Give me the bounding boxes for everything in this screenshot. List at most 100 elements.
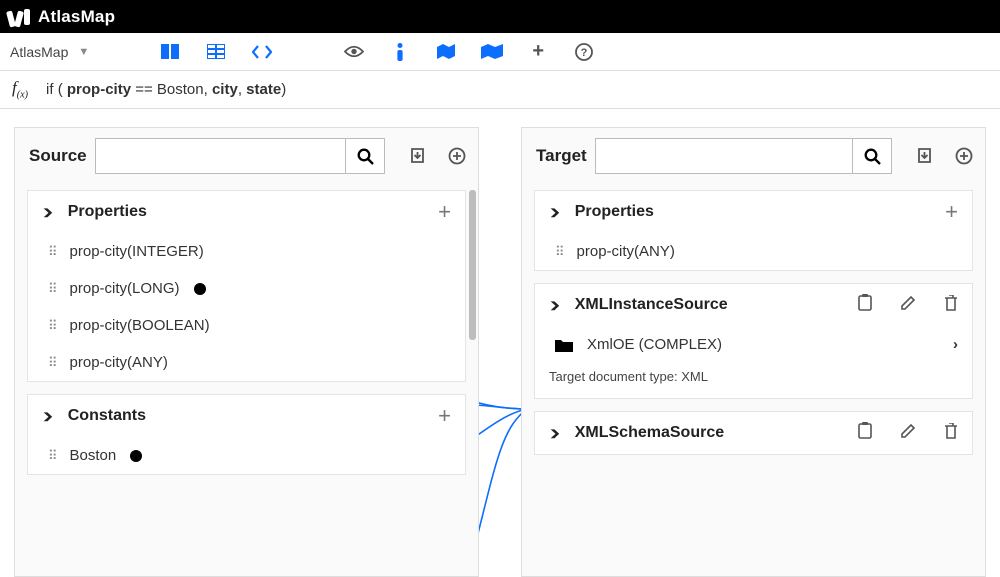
add-constant-button[interactable]: + (438, 405, 451, 427)
list-item[interactable]: ⠿ prop-city(LONG) (28, 270, 465, 307)
card-head[interactable]: ❯ Properties + (28, 191, 465, 233)
add-property-button[interactable]: + (945, 201, 958, 223)
mapping-wide-button[interactable] (469, 44, 515, 59)
table-icon (207, 44, 225, 59)
help-button[interactable]: ? (561, 43, 607, 61)
edit-button[interactable] (900, 423, 916, 444)
source-search-input[interactable] (95, 138, 345, 174)
document-type-label: Target document type: XML (535, 363, 972, 398)
list-item[interactable]: ⠿ Boston (28, 437, 465, 474)
card-title: XMLInstanceSource (575, 296, 848, 314)
plus-icon: + (532, 40, 544, 63)
card-head[interactable]: ❯ XMLInstanceSource (535, 284, 972, 326)
grip-icon: ⠿ (48, 355, 56, 371)
brand-bar: AtlasMap (0, 0, 1000, 33)
svg-text:?: ? (581, 47, 588, 59)
list-item[interactable]: ⠿ prop-city(BOOLEAN) (28, 307, 465, 344)
card-head[interactable]: ❯ XMLSchemaSource (535, 412, 972, 454)
source-scrollbar[interactable] (469, 190, 476, 340)
grip-icon: ⠿ (555, 244, 563, 260)
target-xml-schema-card: ❯ XMLSchemaSource (534, 411, 973, 455)
expression-bar[interactable]: f(x) if ( prop-city == Boston, city, sta… (0, 71, 1000, 109)
search-icon (864, 148, 881, 165)
source-panel: Source ❯ Properties (14, 127, 479, 577)
source-title: Source (29, 146, 87, 166)
source-search-button[interactable] (345, 138, 385, 174)
brand-logo-icon (8, 9, 30, 25)
target-search-input[interactable] (595, 138, 852, 174)
chevron-down-icon: ▼ (78, 46, 89, 58)
chevron-down-icon: ❯ (549, 428, 561, 438)
source-properties-card: ❯ Properties + ⠿ prop-city(INTEGER) ⠿ pr… (27, 190, 466, 382)
target-add-button[interactable] (955, 147, 973, 165)
code-button[interactable] (239, 45, 285, 59)
plus-circle-icon (448, 147, 466, 165)
chevron-down-icon: ❯ (549, 300, 561, 310)
mapping-small-button[interactable] (423, 44, 469, 59)
expression-text: if ( prop-city == Boston, city, state) (46, 81, 286, 98)
target-panel: Target ❯ Properties (521, 127, 986, 577)
source-import-button[interactable] (409, 147, 426, 165)
map-small-icon (437, 44, 455, 59)
plus-circle-icon (955, 147, 973, 165)
target-import-button[interactable] (916, 147, 933, 165)
delete-button[interactable] (944, 295, 958, 316)
import-icon (916, 148, 933, 165)
code-icon (252, 45, 272, 59)
edit-icon (900, 295, 916, 311)
import-icon (409, 148, 426, 165)
target-search (595, 138, 892, 174)
grip-icon: ⠿ (48, 244, 56, 260)
source-constants-card: ❯ Constants + ⠿ Boston (27, 394, 466, 475)
eye-icon (344, 45, 364, 58)
grip-icon: ⠿ (48, 448, 56, 464)
target-properties-card: ❯ Properties + ⠿ prop-city(ANY) (534, 190, 973, 271)
list-item[interactable]: ⠿ prop-city(INTEGER) (28, 233, 465, 270)
list-item[interactable]: XmlOE (COMPLEX) › (535, 326, 972, 363)
clipboard-icon (858, 422, 872, 439)
trash-icon (944, 423, 958, 439)
folder-icon (555, 338, 573, 352)
edit-button[interactable] (900, 295, 916, 316)
edit-icon (900, 423, 916, 439)
card-title: Properties (575, 203, 935, 221)
card-title: XMLSchemaSource (575, 424, 848, 442)
chevron-right-icon: › (953, 336, 958, 353)
grip-icon: ⠿ (48, 318, 56, 334)
card-head[interactable]: ❯ Properties + (535, 191, 972, 233)
map-wide-icon (481, 44, 503, 59)
mapping-anchor-icon[interactable] (130, 450, 142, 462)
clipboard-icon (858, 294, 872, 311)
card-title: Properties (68, 203, 428, 221)
help-icon: ? (575, 43, 593, 61)
info-icon (396, 43, 404, 61)
delete-button[interactable] (944, 423, 958, 444)
add-button[interactable]: + (515, 40, 561, 63)
fx-label: f(x) (12, 78, 28, 100)
trash-icon (944, 295, 958, 311)
copy-button[interactable] (858, 422, 872, 444)
source-search (95, 138, 385, 174)
grip-icon: ⠿ (48, 281, 56, 297)
columns-icon (161, 44, 179, 59)
mapping-anchor-icon[interactable] (194, 283, 206, 295)
list-item[interactable]: ⠿ prop-city(ANY) (28, 344, 465, 381)
list-item[interactable]: ⠿ prop-city(ANY) (535, 233, 972, 270)
add-property-button[interactable]: + (438, 201, 451, 223)
preview-button[interactable] (331, 45, 377, 58)
breadcrumb[interactable]: AtlasMap ▼ (4, 44, 95, 60)
breadcrumb-label: AtlasMap (10, 44, 68, 60)
columns-view-button[interactable] (147, 44, 193, 59)
main-toolbar: AtlasMap ▼ + ? (0, 33, 1000, 71)
source-add-button[interactable] (448, 147, 466, 165)
info-button[interactable] (377, 43, 423, 61)
chevron-down-icon: ❯ (549, 207, 561, 217)
chevron-down-icon: ❯ (42, 207, 54, 217)
target-search-button[interactable] (852, 138, 892, 174)
card-head[interactable]: ❯ Constants + (28, 395, 465, 437)
search-icon (357, 148, 374, 165)
copy-button[interactable] (858, 294, 872, 316)
card-title: Constants (68, 407, 428, 425)
table-view-button[interactable] (193, 44, 239, 59)
target-xml-instance-card: ❯ XMLInstanceSource XmlOE (COMPLEX) › Ta… (534, 283, 973, 399)
